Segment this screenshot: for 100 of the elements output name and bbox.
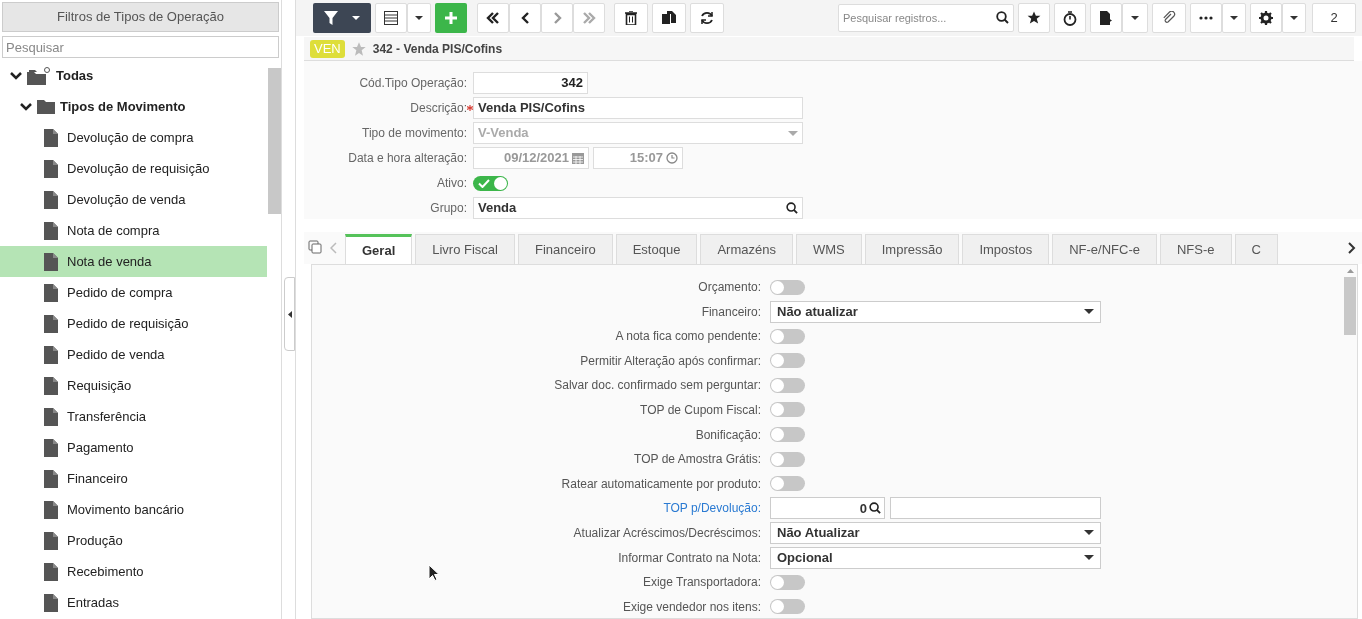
filter-button[interactable] <box>313 3 371 33</box>
tab[interactable]: WMS <box>795 234 862 264</box>
refresh-icon <box>700 11 714 25</box>
field-label: Exige vendedor nos itens: <box>622 598 761 616</box>
tree-item[interactable]: Transferência <box>0 401 267 432</box>
tab[interactable]: Armazéns <box>700 234 793 264</box>
text-field[interactable]: 342 <box>473 72 588 94</box>
file-icon <box>44 438 58 457</box>
tree-item[interactable]: Nota de compra <box>0 215 267 246</box>
tree-item[interactable]: Devolução de venda <box>0 184 267 215</box>
chevron-down-icon[interactable] <box>20 102 32 111</box>
tree-item[interactable]: Entradas <box>0 587 267 618</box>
tree-item[interactable]: Pedido de venda <box>0 339 267 370</box>
tab[interactable]: Geral <box>345 234 413 264</box>
search-icon[interactable] <box>996 11 1009 24</box>
scrollbar-thumb[interactable] <box>1344 277 1356 335</box>
copy-icon[interactable] <box>308 240 322 254</box>
dropdown[interactable]: Opcional <box>770 546 1101 569</box>
tree-item[interactable]: Financeiro <box>0 463 267 494</box>
file-icon <box>44 469 58 488</box>
more-button[interactable] <box>1190 3 1222 33</box>
dropdown[interactable]: Não Atualizar <box>770 521 1101 544</box>
tab[interactable]: Livro Fiscal <box>415 234 515 264</box>
trash-icon <box>625 11 637 25</box>
field-label: Informar Contrato na Nota: <box>618 549 761 567</box>
file-icon <box>44 221 58 240</box>
tab[interactable]: Financeiro <box>518 234 613 264</box>
lookup-field[interactable]: 0 <box>770 497 885 520</box>
refresh-button[interactable] <box>690 3 724 33</box>
export-button[interactable] <box>1090 3 1122 33</box>
delete-button[interactable] <box>614 3 648 33</box>
table-view-button[interactable] <box>375 3 407 33</box>
tree-item[interactable]: Pagamento <box>0 432 267 463</box>
scrollbar-thumb[interactable] <box>267 68 281 214</box>
toggle-switch[interactable] <box>770 599 805 615</box>
search-field[interactable]: Pesquisar <box>2 36 279 58</box>
chevron-down-icon[interactable] <box>10 71 22 80</box>
toggle-switch[interactable] <box>473 175 508 191</box>
file-icon <box>44 128 58 147</box>
counter-button[interactable]: 2 <box>1312 3 1356 33</box>
tab[interactable]: NFS-e <box>1159 234 1232 264</box>
stopwatch-icon <box>1063 10 1077 26</box>
copy-icon <box>662 11 676 25</box>
tree-item[interactable]: Devolução de compra <box>0 122 267 153</box>
tab[interactable]: Impressão <box>864 234 960 264</box>
toggle-switch[interactable] <box>770 353 805 369</box>
text-field[interactable] <box>890 497 1101 520</box>
file-icon <box>44 562 58 581</box>
favorite-button[interactable] <box>1018 3 1050 33</box>
toggle-switch[interactable] <box>770 427 805 443</box>
lookup-field[interactable]: Venda <box>473 197 803 219</box>
table-icon <box>384 11 398 25</box>
star-icon[interactable] <box>350 40 367 57</box>
tree-item[interactable]: Recebimento <box>0 556 267 587</box>
last-button[interactable] <box>573 3 605 33</box>
tab[interactable]: C <box>1234 234 1278 264</box>
chevron-right-icon[interactable] <box>1348 242 1356 254</box>
chevron-right-icon <box>552 12 562 24</box>
toggle-switch[interactable] <box>770 328 805 344</box>
tree-item[interactable]: Nota de venda <box>0 246 267 277</box>
toggle-switch[interactable] <box>770 402 805 418</box>
field-label: Permitir Alteração após confirmar: <box>580 352 761 370</box>
text-field[interactable]: Venda PIS/Cofins <box>473 97 803 119</box>
field-label: Bonificação: <box>695 426 761 444</box>
toggle-switch[interactable] <box>770 574 805 590</box>
search-field[interactable]: Pesquisar registros... <box>838 4 1014 32</box>
collapse-handle[interactable] <box>284 277 295 351</box>
tab[interactable]: Impostos <box>962 234 1050 264</box>
duplicate-button[interactable] <box>652 3 686 33</box>
search-icon <box>786 202 798 214</box>
dropdown[interactable]: Não atualizar <box>770 300 1101 323</box>
toggle-switch[interactable] <box>770 476 805 492</box>
field-label: Descrição: <box>410 100 467 117</box>
field-label: Orçamento: <box>698 279 761 296</box>
tab[interactable]: Estoque <box>615 234 698 264</box>
toggle-switch[interactable] <box>770 451 805 467</box>
field-label: Financeiro: <box>701 303 761 321</box>
record-title: 342 - Venda PIS/Cofins <box>372 40 503 58</box>
toggle-switch[interactable] <box>770 377 805 393</box>
previous-button[interactable] <box>509 3 541 33</box>
file-icon <box>44 159 58 178</box>
tab[interactable]: NF-e/NFC-e <box>1052 234 1157 264</box>
add-button[interactable] <box>435 3 467 33</box>
tree-item[interactable]: Devolução de requisição <box>0 153 267 184</box>
field-label: Tipo de movimento: <box>362 125 467 142</box>
clock-icon <box>666 152 678 164</box>
tree-item[interactable]: Pedido de requisição <box>0 308 267 339</box>
tree-item[interactable]: Movimento bancário <box>0 494 267 525</box>
tree-item[interactable]: Produção <box>0 525 267 556</box>
field-link[interactable]: TOP p/Devolução: <box>663 499 761 518</box>
settings-button[interactable] <box>1250 3 1282 33</box>
attach-button[interactable] <box>1152 3 1186 33</box>
field-label: TOP de Cupom Fiscal: <box>640 401 761 419</box>
timer-button[interactable] <box>1054 3 1086 33</box>
scroll-up-icon[interactable] <box>1346 269 1354 273</box>
toggle-switch[interactable] <box>770 279 805 295</box>
tree-item[interactable]: Requisição <box>0 370 267 401</box>
chevron-left-icon[interactable] <box>330 242 337 254</box>
tree-item[interactable]: Pedido de compra <box>0 277 267 308</box>
first-button[interactable] <box>477 3 509 33</box>
